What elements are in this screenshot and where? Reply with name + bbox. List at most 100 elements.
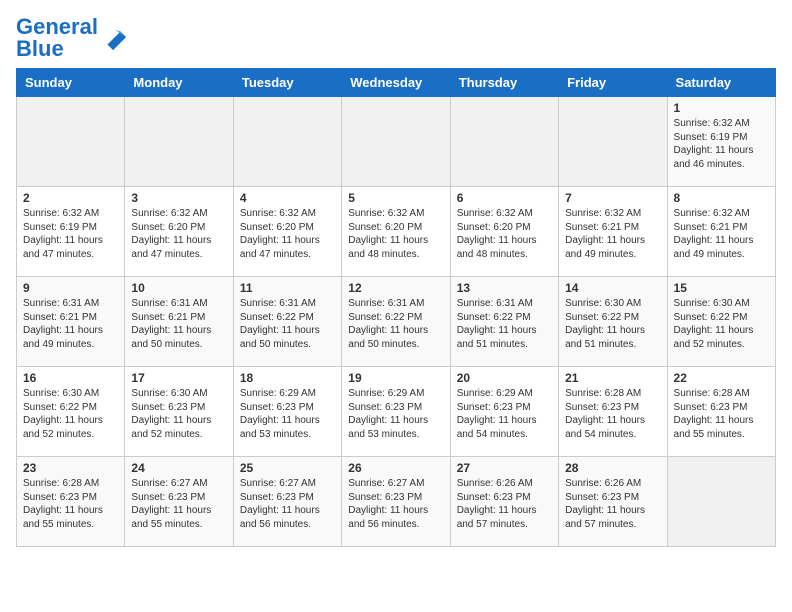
day-number: 4 (240, 191, 335, 205)
day-info: Sunrise: 6:26 AM Sunset: 6:23 PM Dayligh… (565, 477, 660, 531)
weekday-header-friday: Friday (559, 69, 667, 97)
day-number: 17 (131, 371, 226, 385)
calendar-cell: 22 Sunrise: 6:28 AM Sunset: 6:23 PM Dayli… (667, 367, 775, 457)
day-info: Sunrise: 6:28 AM Sunset: 6:23 PM Dayligh… (674, 387, 769, 441)
day-info: Sunrise: 6:30 AM Sunset: 6:22 PM Dayligh… (565, 297, 660, 351)
day-number: 8 (674, 191, 769, 205)
calendar-cell: 13 Sunrise: 6:31 AM Sunset: 6:22 PM Dayli… (450, 277, 558, 367)
weekday-header-thursday: Thursday (450, 69, 558, 97)
day-info: Sunrise: 6:27 AM Sunset: 6:23 PM Dayligh… (348, 477, 443, 531)
day-info: Sunrise: 6:27 AM Sunset: 6:23 PM Dayligh… (131, 477, 226, 531)
day-info: Sunrise: 6:32 AM Sunset: 6:20 PM Dayligh… (457, 207, 552, 261)
calendar-cell: 11 Sunrise: 6:31 AM Sunset: 6:22 PM Dayli… (233, 277, 341, 367)
calendar-cell: 6 Sunrise: 6:32 AM Sunset: 6:20 PM Daylig… (450, 187, 558, 277)
calendar-cell: 25Sunrise: 6:27 AM Sunset: 6:23 PM Dayli… (233, 457, 341, 547)
calendar-week-3: 9 Sunrise: 6:31 AM Sunset: 6:21 PM Daylig… (17, 277, 776, 367)
day-number: 22 (674, 371, 769, 385)
day-number: 3 (131, 191, 226, 205)
weekday-header-saturday: Saturday (667, 69, 775, 97)
calendar-cell: 20 Sunrise: 6:29 AM Sunset: 6:23 PM Dayli… (450, 367, 558, 457)
calendar-cell: 15 Sunrise: 6:30 AM Sunset: 6:22 PM Dayli… (667, 277, 775, 367)
day-info: Sunrise: 6:32 AM Sunset: 6:20 PM Dayligh… (131, 207, 226, 261)
logo: General Blue (16, 16, 128, 60)
day-info: Sunrise: 6:32 AM Sunset: 6:19 PM Dayligh… (23, 207, 118, 261)
calendar-cell: 16 Sunrise: 6:30 AM Sunset: 6:22 PM Dayli… (17, 367, 125, 457)
day-info: Sunrise: 6:32 AM Sunset: 6:20 PM Dayligh… (240, 207, 335, 261)
calendar-week-5: 23Sunrise: 6:28 AM Sunset: 6:23 PM Dayli… (17, 457, 776, 547)
day-info: Sunrise: 6:29 AM Sunset: 6:23 PM Dayligh… (348, 387, 443, 441)
day-number: 5 (348, 191, 443, 205)
calendar-cell: 17Sunrise: 6:30 AM Sunset: 6:23 PM Dayli… (125, 367, 233, 457)
calendar-cell: 1Sunrise: 6:32 AM Sunset: 6:19 PM Daylig… (667, 97, 775, 187)
day-info: Sunrise: 6:29 AM Sunset: 6:23 PM Dayligh… (457, 387, 552, 441)
calendar-cell: 27 Sunrise: 6:26 AM Sunset: 6:23 PM Dayli… (450, 457, 558, 547)
calendar-cell: 8Sunrise: 6:32 AM Sunset: 6:21 PM Daylig… (667, 187, 775, 277)
calendar-cell: 23Sunrise: 6:28 AM Sunset: 6:23 PM Dayli… (17, 457, 125, 547)
day-number: 12 (348, 281, 443, 295)
calendar-cell (450, 97, 558, 187)
day-number: 6 (457, 191, 552, 205)
logo-icon (100, 24, 128, 52)
day-info: Sunrise: 6:31 AM Sunset: 6:22 PM Dayligh… (348, 297, 443, 351)
calendar-week-4: 16 Sunrise: 6:30 AM Sunset: 6:22 PM Dayli… (17, 367, 776, 457)
calendar-cell: 7 Sunrise: 6:32 AM Sunset: 6:21 PM Daylig… (559, 187, 667, 277)
calendar-cell: 19Sunrise: 6:29 AM Sunset: 6:23 PM Dayli… (342, 367, 450, 457)
day-number: 26 (348, 461, 443, 475)
calendar-cell (342, 97, 450, 187)
day-info: Sunrise: 6:31 AM Sunset: 6:22 PM Dayligh… (240, 297, 335, 351)
day-number: 20 (457, 371, 552, 385)
day-info: Sunrise: 6:31 AM Sunset: 6:22 PM Dayligh… (457, 297, 552, 351)
logo-text: General Blue (16, 16, 98, 60)
day-number: 14 (565, 281, 660, 295)
day-info: Sunrise: 6:31 AM Sunset: 6:21 PM Dayligh… (23, 297, 118, 351)
day-number: 2 (23, 191, 118, 205)
page-header: General Blue (16, 16, 776, 60)
weekday-header-monday: Monday (125, 69, 233, 97)
calendar-cell (125, 97, 233, 187)
day-number: 9 (23, 281, 118, 295)
day-number: 28 (565, 461, 660, 475)
day-info: Sunrise: 6:28 AM Sunset: 6:23 PM Dayligh… (23, 477, 118, 531)
calendar-cell: 14 Sunrise: 6:30 AM Sunset: 6:22 PM Dayli… (559, 277, 667, 367)
calendar-week-1: 1Sunrise: 6:32 AM Sunset: 6:19 PM Daylig… (17, 97, 776, 187)
weekday-header-sunday: Sunday (17, 69, 125, 97)
day-info: Sunrise: 6:32 AM Sunset: 6:20 PM Dayligh… (348, 207, 443, 261)
calendar-cell: 28 Sunrise: 6:26 AM Sunset: 6:23 PM Dayli… (559, 457, 667, 547)
calendar-cell: 10Sunrise: 6:31 AM Sunset: 6:21 PM Dayli… (125, 277, 233, 367)
day-number: 7 (565, 191, 660, 205)
calendar-cell: 26 Sunrise: 6:27 AM Sunset: 6:23 PM Dayli… (342, 457, 450, 547)
calendar-cell: 3 Sunrise: 6:32 AM Sunset: 6:20 PM Daylig… (125, 187, 233, 277)
day-info: Sunrise: 6:26 AM Sunset: 6:23 PM Dayligh… (457, 477, 552, 531)
day-info: Sunrise: 6:31 AM Sunset: 6:21 PM Dayligh… (131, 297, 226, 351)
calendar-week-2: 2 Sunrise: 6:32 AM Sunset: 6:19 PM Daylig… (17, 187, 776, 277)
calendar-cell: 9 Sunrise: 6:31 AM Sunset: 6:21 PM Daylig… (17, 277, 125, 367)
day-info: Sunrise: 6:30 AM Sunset: 6:22 PM Dayligh… (23, 387, 118, 441)
day-number: 11 (240, 281, 335, 295)
day-number: 25 (240, 461, 335, 475)
weekday-header-wednesday: Wednesday (342, 69, 450, 97)
day-number: 16 (23, 371, 118, 385)
calendar: SundayMondayTuesdayWednesdayThursdayFrid… (16, 68, 776, 547)
calendar-cell: 24Sunrise: 6:27 AM Sunset: 6:23 PM Dayli… (125, 457, 233, 547)
day-info: Sunrise: 6:30 AM Sunset: 6:22 PM Dayligh… (674, 297, 769, 351)
calendar-cell: 2 Sunrise: 6:32 AM Sunset: 6:19 PM Daylig… (17, 187, 125, 277)
calendar-cell: 18 Sunrise: 6:29 AM Sunset: 6:23 PM Dayli… (233, 367, 341, 457)
calendar-cell: 4 Sunrise: 6:32 AM Sunset: 6:20 PM Daylig… (233, 187, 341, 277)
calendar-cell (667, 457, 775, 547)
calendar-cell: 21 Sunrise: 6:28 AM Sunset: 6:23 PM Dayli… (559, 367, 667, 457)
day-number: 13 (457, 281, 552, 295)
day-info: Sunrise: 6:32 AM Sunset: 6:21 PM Dayligh… (565, 207, 660, 261)
day-number: 27 (457, 461, 552, 475)
logo-blue: Blue (16, 36, 64, 61)
day-number: 15 (674, 281, 769, 295)
day-number: 21 (565, 371, 660, 385)
calendar-cell (17, 97, 125, 187)
day-info: Sunrise: 6:28 AM Sunset: 6:23 PM Dayligh… (565, 387, 660, 441)
day-number: 1 (674, 101, 769, 115)
day-info: Sunrise: 6:29 AM Sunset: 6:23 PM Dayligh… (240, 387, 335, 441)
calendar-body: 1 Sunrise: 6:32 AM Sunset: 6:19 PM Daylig… (17, 97, 776, 547)
day-number: 18 (240, 371, 335, 385)
calendar-cell (559, 97, 667, 187)
calendar-cell (233, 97, 341, 187)
calendar-cell: 12 Sunrise: 6:31 AM Sunset: 6:22 PM Dayli… (342, 277, 450, 367)
